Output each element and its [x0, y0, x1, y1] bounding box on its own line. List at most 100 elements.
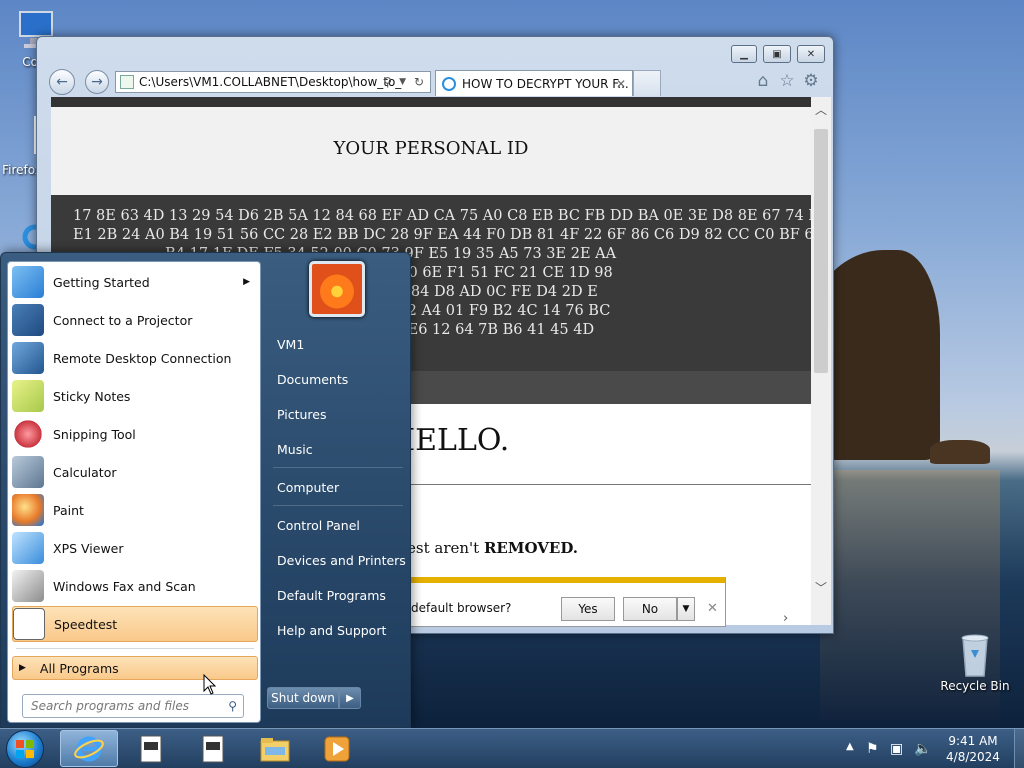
program-windows-fax-and-scan[interactable]: Windows Fax and Scan — [12, 568, 258, 604]
volume-muted-icon[interactable]: 🔈 — [914, 741, 931, 757]
program-calculator[interactable]: Calculator — [12, 454, 258, 490]
maximize-button[interactable]: ▣ — [763, 45, 791, 63]
program-speedtest[interactable]: Speedtest — [12, 606, 258, 642]
network-icon[interactable]: ▣ — [890, 741, 903, 757]
taskbar-file-explorer[interactable] — [246, 730, 304, 767]
start-item-control-panel[interactable]: Control Panel — [271, 509, 407, 541]
start-item-vm1[interactable]: VM1 — [271, 328, 407, 360]
program-label: Speedtest — [54, 616, 118, 632]
start-item-default-programs[interactable]: Default Programs — [271, 579, 407, 611]
notification-text: default browser? — [411, 601, 512, 615]
shutdown-arrow-icon: ▶ — [346, 692, 354, 704]
taskbar-internet-explorer[interactable] — [60, 730, 118, 767]
program-label: Calculator — [53, 464, 117, 480]
scroll-thumb[interactable] — [814, 129, 828, 373]
programs-panel: Getting Started ▶ Connect to a Projector… — [7, 261, 261, 723]
start-item-computer[interactable]: Computer — [271, 471, 407, 503]
clock-time: 9:41 AM — [948, 734, 998, 748]
desktop-wallpaper-rock — [930, 440, 990, 464]
close-button[interactable]: ✕ — [797, 45, 825, 63]
search-programs-input[interactable]: Search programs and files ⚲ — [22, 694, 244, 718]
program-label: Snipping Tool — [53, 426, 136, 442]
clock-date: 4/8/2024 — [946, 750, 1000, 764]
no-dropdown-button[interactable]: ▼ — [677, 597, 695, 621]
fax-scan-icon — [12, 570, 44, 602]
refresh-icon[interactable]: ↻ — [414, 75, 424, 89]
dropdown-icon[interactable]: ▼ — [399, 77, 406, 87]
folder-icon — [260, 737, 290, 761]
start-item-music[interactable]: Music — [271, 433, 407, 465]
program-label: Remote Desktop Connection — [53, 350, 232, 366]
taskbar-document-1[interactable] — [122, 730, 180, 767]
address-text: C:\Users\VM1.COLLABNET\Desktop\how_to_ — [139, 75, 402, 89]
scroll-down-icon[interactable]: ﹀ — [815, 579, 827, 596]
getting-started-icon — [12, 266, 44, 298]
snipping-tool-icon — [12, 418, 44, 450]
personal-id-heading: YOUR PERSONAL ID — [51, 107, 811, 195]
back-button[interactable]: ← — [49, 69, 75, 95]
page-icon — [120, 75, 134, 89]
tab-close-icon[interactable]: ✕ — [616, 77, 626, 91]
action-center-flag-icon[interactable]: ⚑ — [866, 741, 879, 757]
program-remote-desktop-connection[interactable]: Remote Desktop Connection — [12, 340, 258, 376]
all-programs-button[interactable]: ▶ All Programs — [12, 656, 258, 680]
start-item-pictures[interactable]: Pictures — [271, 398, 407, 430]
separator — [273, 467, 403, 468]
windows-logo-icon — [16, 740, 34, 758]
yes-button[interactable]: Yes — [561, 597, 615, 621]
program-label: Connect to a Projector — [53, 312, 193, 328]
no-button[interactable]: No — [623, 597, 677, 621]
program-paint[interactable]: Paint — [12, 492, 258, 528]
program-label: Getting Started — [53, 274, 150, 290]
start-item-documents[interactable]: Documents — [271, 363, 407, 395]
internet-explorer-icon — [74, 736, 104, 761]
document-icon — [140, 735, 162, 762]
calculator-icon — [12, 456, 44, 488]
search-icon[interactable]: ⚲ — [383, 75, 392, 89]
new-tab-button[interactable] — [633, 70, 661, 96]
separator — [273, 505, 403, 506]
program-snipping-tool[interactable]: Snipping Tool — [12, 416, 258, 452]
page-top-bar — [51, 97, 811, 107]
program-getting-started[interactable]: Getting Started ▶ — [12, 264, 258, 300]
vertical-scrollbar[interactable]: ︿ ﹀ — [811, 97, 831, 625]
system-clock[interactable]: 9:41 AM 4/8/2024 — [930, 733, 1016, 765]
taskbar-document-2[interactable] — [184, 730, 242, 767]
desktop-icon-recycle-bin[interactable]: Recycle Bin — [937, 632, 1013, 693]
shut-down-button[interactable]: Shut down — [267, 687, 339, 709]
speedtest-icon — [13, 608, 45, 640]
search-magnifier-icon[interactable]: ⚲ — [228, 699, 237, 713]
scroll-right-icon[interactable]: › — [783, 611, 788, 626]
default-browser-notification: default browser? Yes No ▼ ✕ — [408, 577, 726, 627]
program-xps-viewer[interactable]: XPS Viewer — [12, 530, 258, 566]
minimize-button[interactable]: ▁ — [731, 45, 757, 63]
settings-gear-icon[interactable]: ⚙ — [801, 71, 821, 91]
program-connect-to-a-projector[interactable]: Connect to a Projector — [12, 302, 258, 338]
user-avatar[interactable] — [309, 261, 365, 317]
start-menu: Getting Started ▶ Connect to a Projector… — [0, 252, 411, 728]
start-item-devices-and-printers[interactable]: Devices and Printers — [271, 544, 407, 576]
browser-tab[interactable]: HOW TO DECRYPT YOUR F... ✕ — [435, 70, 633, 96]
program-sticky-notes[interactable]: Sticky Notes — [12, 378, 258, 414]
hex-line: E1 2B 24 A0 B4 19 51 56 CC 28 E2 BB DC 2… — [73, 227, 811, 243]
desktop-icon-label: Recycle Bin — [940, 679, 1010, 693]
taskbar-media-player[interactable] — [308, 730, 366, 767]
start-item-help-and-support[interactable]: Help and Support — [271, 614, 407, 646]
dropdown-arrow-icon: ▼ — [682, 604, 690, 614]
forward-button[interactable]: → — [85, 70, 109, 94]
program-label: Windows Fax and Scan — [53, 578, 196, 594]
removed-text: est aren't REMOVED. — [407, 539, 578, 557]
program-label: Paint — [53, 502, 84, 518]
home-icon[interactable]: ⌂ — [753, 71, 773, 91]
scroll-up-icon[interactable]: ︿ — [815, 101, 827, 118]
shut-down-options-button[interactable]: ▶ — [339, 687, 361, 709]
start-button[interactable] — [6, 730, 44, 768]
media-player-icon — [324, 736, 350, 761]
hex-line: 17 8E 63 4D 13 29 54 D6 2B 5A 12 84 68 E… — [73, 208, 811, 224]
notification-close-icon[interactable]: ✕ — [707, 601, 718, 616]
address-bar[interactable]: C:\Users\VM1.COLLABNET\Desktop\how_to_ ⚲… — [115, 71, 431, 93]
show-desktop-button[interactable] — [1014, 729, 1024, 768]
favorites-star-icon[interactable]: ☆ — [777, 71, 797, 91]
remote-desktop-icon — [12, 342, 44, 374]
show-hidden-icons-icon[interactable]: ▲ — [846, 741, 854, 752]
